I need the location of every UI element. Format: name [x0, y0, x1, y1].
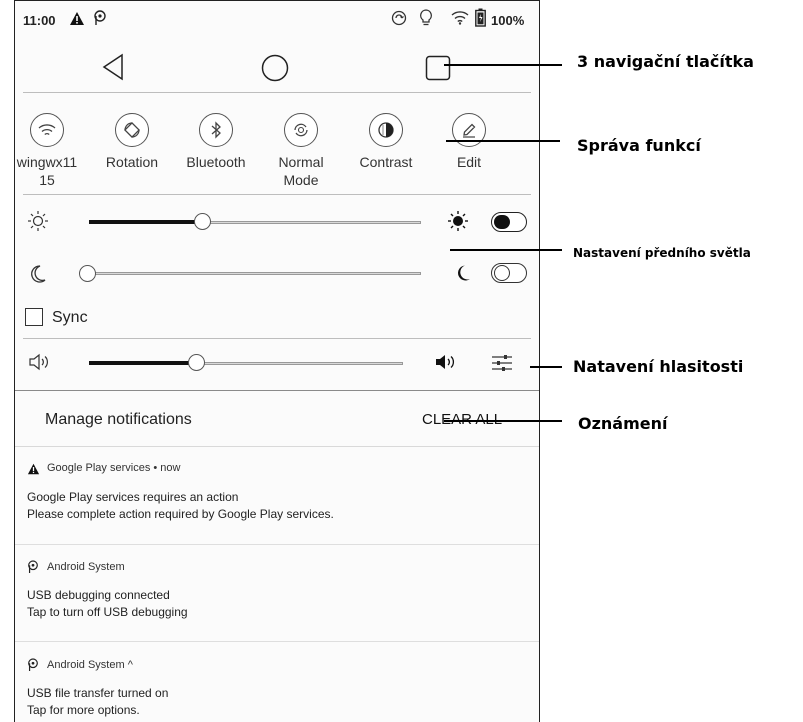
qs-tile-label: Bluetooth: [186, 154, 246, 170]
divider: [23, 338, 531, 339]
rotation-icon: [115, 113, 149, 147]
divider: [15, 641, 539, 642]
qs-tile-wifi[interactable]: wingwx11 15: [6, 113, 88, 189]
qs-tile-edit[interactable]: Edit: [428, 113, 510, 171]
recents-button[interactable]: [425, 55, 451, 86]
notification-title: Google Play services requires an action: [27, 490, 239, 504]
callout-line-frontlight: [450, 249, 562, 251]
recents-square-icon: [425, 55, 451, 81]
sun-filled-icon: [447, 210, 469, 237]
notification-text: Tap to turn off USB debugging: [27, 605, 188, 619]
android-system-icon: [27, 658, 39, 677]
qs-tile-contrast[interactable]: Contrast: [345, 113, 427, 171]
refresh-mode-icon: [284, 113, 318, 147]
pencil-icon: [452, 113, 486, 147]
warning-icon: [27, 462, 40, 480]
qs-tile-label: Edit: [456, 154, 482, 170]
home-circle-icon: [261, 54, 289, 82]
back-triangle-icon: [102, 53, 123, 81]
toggle-knob: [493, 265, 510, 281]
callout-line-functions: [446, 140, 560, 142]
back-button[interactable]: [101, 53, 125, 86]
qs-tile-label: Contrast: [359, 154, 413, 170]
notification-text: Tap for more options.: [27, 703, 140, 717]
warning-icon: [69, 11, 85, 29]
notification-text: Please complete action required by Googl…: [27, 507, 334, 521]
callout-notifications: Oznámení: [578, 414, 668, 433]
battery-percent: 100%: [491, 13, 525, 28]
quick-settings-panel: 11:00 100% wingwx11 15 Rotation Bluetoot…: [14, 0, 540, 722]
sun-outline-icon: [27, 210, 49, 237]
slider-thumb[interactable]: [79, 265, 96, 282]
wifi-icon: [30, 113, 64, 147]
slider-thumb[interactable]: [194, 213, 211, 230]
cold-light-toggle[interactable]: [491, 263, 527, 283]
slider-track: [85, 272, 421, 275]
qs-tile-label: Rotation: [105, 154, 159, 170]
divider: [23, 92, 531, 93]
notification-app: Android System ^: [47, 659, 133, 671]
wifi-status-icon: [451, 10, 469, 28]
divider: [15, 544, 539, 545]
android-system-icon: [27, 560, 39, 579]
slider-fill: [89, 220, 202, 224]
moon-filled-icon: [455, 264, 471, 287]
manage-notifications-link[interactable]: Manage notifications: [45, 411, 192, 429]
lightbulb-icon: [419, 9, 433, 30]
contrast-icon: [369, 113, 403, 147]
qs-tile-label: Normal Mode: [278, 154, 324, 188]
notification-app: Google Play services • now: [47, 462, 181, 474]
callout-line-notifications: [444, 420, 562, 422]
warm-light-toggle[interactable]: [491, 212, 527, 232]
home-button[interactable]: [261, 54, 289, 87]
moon-outline-icon: [29, 264, 47, 289]
speaker-filled-icon: [434, 353, 458, 376]
speaker-outline-icon: [28, 353, 52, 376]
equalizer-settings-icon[interactable]: [491, 354, 513, 377]
notification-title: USB file transfer turned on: [27, 686, 169, 700]
divider: [15, 446, 539, 447]
notification-title: USB debugging connected: [27, 588, 170, 602]
callout-nav: 3 navigační tlačítka: [577, 52, 754, 71]
battery-icon: [475, 8, 486, 30]
sync-checkbox[interactable]: [25, 308, 43, 326]
qs-tile-bluetooth[interactable]: Bluetooth: [175, 113, 257, 171]
callout-frontlight: Nastavení předního světla: [573, 246, 751, 260]
qs-tile-label: wingwx11 15: [16, 154, 78, 188]
divider: [23, 194, 531, 195]
callout-line-nav: [444, 64, 562, 66]
android-system-icon: [93, 10, 107, 29]
slider-fill: [89, 361, 196, 365]
notification-app: Android System: [47, 561, 125, 573]
callout-functions: Správa funkcí: [577, 136, 701, 155]
status-bar: 11:00 100%: [15, 1, 539, 39]
callout-line-volume: [530, 366, 562, 368]
divider: [15, 390, 539, 391]
qs-tile-rotation[interactable]: Rotation: [91, 113, 173, 171]
toggle-knob: [494, 214, 510, 229]
sync-status-icon: [391, 10, 407, 29]
status-time: 11:00: [23, 13, 56, 28]
callout-volume: Natavení hlasitosti: [573, 357, 744, 376]
slider-thumb[interactable]: [188, 354, 205, 371]
qs-tile-refresh-mode[interactable]: Normal Mode: [260, 113, 342, 189]
bluetooth-icon: [199, 113, 233, 147]
sync-label: Sync: [52, 309, 88, 326]
